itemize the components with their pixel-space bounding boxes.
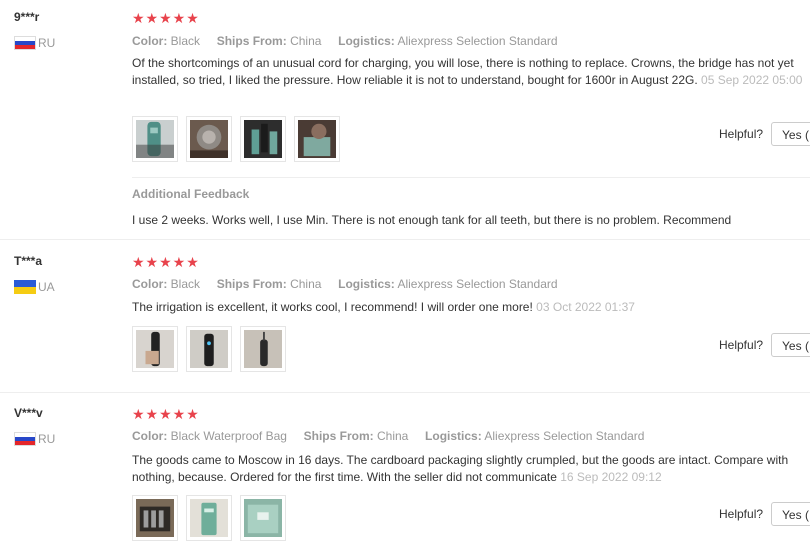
review-photo-thumbnail[interactable] [240, 495, 286, 541]
helpful-yes-button[interactable]: Yes ( [771, 333, 810, 357]
logistics-label: Logistics: [338, 34, 395, 48]
ships-from-value: China [377, 429, 409, 443]
color-value: Black [170, 34, 201, 48]
helpful-vote: Helpful? Yes ( [719, 502, 810, 526]
review-photo-thumbnail[interactable] [240, 116, 286, 162]
review-text-block: The goods came to Moscow in 16 days. The… [132, 452, 806, 486]
russia-flag-icon [14, 36, 36, 50]
reviewer-name: T***a [14, 254, 43, 268]
review-photo-thumbnail[interactable] [186, 116, 232, 162]
review-text: The irrigation is excellent, it works co… [132, 300, 533, 314]
review-text: The goods came to Moscow in 16 days. The… [132, 453, 789, 484]
review-text-block: Of the shortcomings of an unusual cord f… [132, 55, 806, 89]
product-photo-icon [190, 499, 228, 537]
review-photos [132, 326, 286, 372]
logistics-value: Aliexpress Selection Standard [397, 34, 558, 48]
review-attributes: Color: Black Ships From: China Logistics… [132, 277, 558, 291]
review-separator [0, 239, 810, 240]
review-date: 05 Sep 2022 05:00 [701, 73, 803, 87]
review-photo-thumbnail[interactable] [132, 495, 178, 541]
color-value: Black [170, 277, 201, 291]
reviewer-country: UA [14, 280, 55, 294]
review-photo-thumbnail[interactable] [240, 326, 286, 372]
review-date: 16 Sep 2022 09:12 [560, 470, 662, 484]
helpful-vote: Helpful? Yes ( [719, 333, 810, 357]
review-text: Of the shortcomings of an unusual cord f… [132, 56, 794, 87]
review-photo-thumbnail[interactable] [294, 116, 340, 162]
product-photo-icon [298, 120, 336, 158]
product-photo-icon [190, 330, 228, 368]
review-attributes: Color: Black Ships From: China Logistics… [132, 34, 558, 48]
color-label: Color: [132, 429, 168, 443]
logistics-value: Aliexpress Selection Standard [484, 429, 645, 443]
russia-flag-icon [14, 432, 36, 446]
review-separator [0, 392, 810, 393]
feedback-divider [132, 177, 810, 178]
additional-feedback-text: I use 2 weeks. Works well, I use Min. Th… [132, 213, 732, 227]
ships-from-label: Ships From: [216, 277, 287, 291]
star-rating: ★★★★★ [132, 406, 200, 422]
color-label: Color: [132, 34, 168, 48]
logistics-label: Logistics: [338, 277, 395, 291]
product-photo-icon [136, 120, 174, 158]
product-photo-icon [244, 499, 282, 537]
star-rating: ★★★★★ [132, 254, 200, 270]
color-value: Black Waterproof Bag [170, 429, 287, 443]
helpful-label: Helpful? [719, 338, 764, 352]
ukraine-flag-icon [14, 280, 36, 294]
review-date: 03 Oct 2022 01:37 [536, 300, 635, 314]
review-item: V***v RU ★★★★★ Color: Black Waterproof B… [0, 396, 810, 556]
review-photos [132, 495, 286, 541]
helpful-label: Helpful? [719, 507, 764, 521]
reviewer-name: V***v [14, 406, 43, 420]
country-code: RU [38, 36, 56, 50]
ships-from-label: Ships From: [216, 34, 287, 48]
reviewer-name: 9***r [14, 10, 40, 24]
review-attributes: Color: Black Waterproof Bag Ships From: … [132, 429, 644, 443]
ships-from-value: China [290, 34, 322, 48]
product-photo-icon [244, 330, 282, 368]
ships-from-label: Ships From: [303, 429, 374, 443]
review-item: T***a UA ★★★★★ Color: Black Ships From: … [0, 244, 810, 394]
country-code: RU [38, 432, 56, 446]
review-text-block: The irrigation is excellent, it works co… [132, 299, 806, 316]
star-rating: ★★★★★ [132, 10, 200, 26]
helpful-yes-button[interactable]: Yes ( [771, 122, 810, 146]
country-code: UA [38, 280, 55, 294]
review-photo-thumbnail[interactable] [186, 495, 232, 541]
review-item: 9***r RU ★★★★★ Color: Black Ships From: … [0, 0, 810, 240]
color-label: Color: [132, 277, 168, 291]
product-photo-icon [190, 120, 228, 158]
product-photo-icon [244, 120, 282, 158]
ships-from-value: China [290, 277, 322, 291]
helpful-yes-button[interactable]: Yes ( [771, 502, 810, 526]
review-photo-thumbnail[interactable] [132, 326, 178, 372]
product-photo-icon [136, 499, 174, 537]
logistics-value: Aliexpress Selection Standard [397, 277, 558, 291]
product-photo-icon [136, 330, 174, 368]
reviewer-country: RU [14, 432, 55, 446]
review-photo-thumbnail[interactable] [186, 326, 232, 372]
logistics-label: Logistics: [425, 429, 482, 443]
helpful-vote: Helpful? Yes ( [719, 122, 810, 146]
additional-feedback-title: Additional Feedback [132, 187, 250, 201]
reviewer-country: RU [14, 36, 55, 50]
helpful-label: Helpful? [719, 127, 764, 141]
review-photo-thumbnail[interactable] [132, 116, 178, 162]
review-photos [132, 116, 340, 162]
